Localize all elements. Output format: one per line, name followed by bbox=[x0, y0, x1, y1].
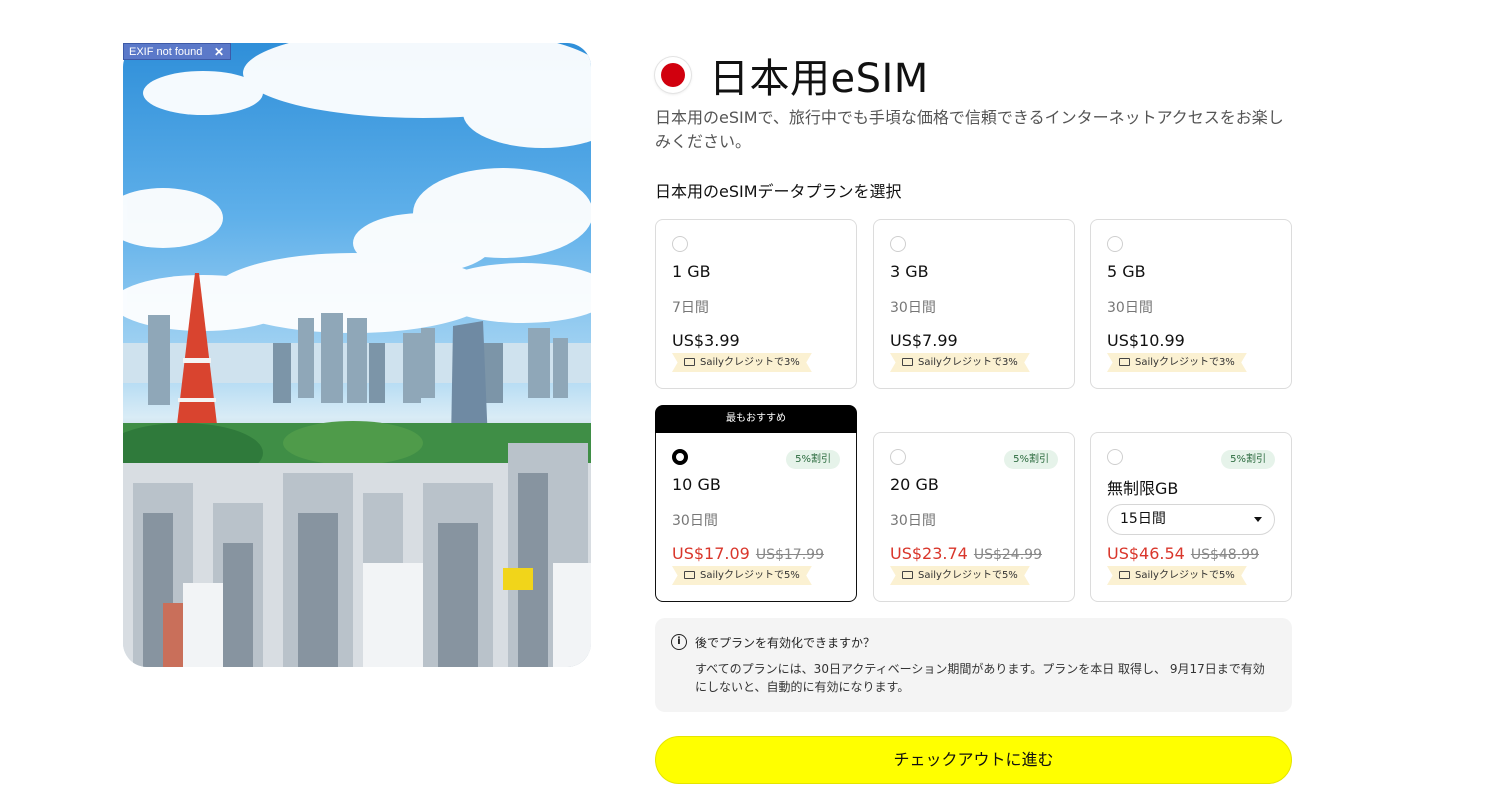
wallet-icon bbox=[684, 358, 695, 366]
credit-badge: Sailyクレジットで3% bbox=[890, 353, 1030, 372]
plan-card-1gb[interactable]: 1 GB 7日間 US$3.99 Sailyクレジットで3% bbox=[655, 219, 857, 389]
plan-card-unlimited[interactable]: 5%割引 無制限GB 15日間 US$46.54 US$48.99 Sailyクレ… bbox=[1090, 432, 1292, 602]
plan-radio[interactable] bbox=[890, 449, 906, 465]
plan-radio-selected[interactable] bbox=[672, 449, 688, 465]
duration-select[interactable]: 15日間 bbox=[1107, 504, 1275, 535]
plan-price: US$10.99 bbox=[1107, 331, 1185, 350]
wallet-icon bbox=[1119, 358, 1130, 366]
info-icon: i bbox=[671, 634, 687, 650]
exif-label: EXIF not found bbox=[129, 46, 203, 58]
wallet-icon bbox=[902, 358, 913, 366]
recommended-ribbon: 最もおすすめ bbox=[655, 405, 857, 433]
plan-duration: 7日間 bbox=[672, 300, 709, 316]
discount-badge: 5%割引 bbox=[1004, 450, 1058, 469]
wallet-icon bbox=[684, 571, 695, 579]
plan-card-20gb[interactable]: 5%割引 20 GB 30日間 US$23.74 US$24.99 Sailyクレ… bbox=[873, 432, 1075, 602]
tokyo-skyline-image bbox=[123, 43, 591, 667]
plan-data: 5 GB bbox=[1107, 262, 1146, 281]
plan-card-5gb[interactable]: 5 GB 30日間 US$10.99 Sailyクレジットで3% bbox=[1090, 219, 1292, 389]
plan-price: US$23.74 US$24.99 bbox=[890, 544, 1042, 563]
plan-card-3gb[interactable]: 3 GB 30日間 US$7.99 Sailyクレジットで3% bbox=[873, 219, 1075, 389]
info-question: 後でプランを有効化できますか？ bbox=[695, 636, 876, 650]
plan-radio[interactable] bbox=[1107, 449, 1123, 465]
plan-radio[interactable] bbox=[672, 236, 688, 252]
plan-data: 3 GB bbox=[890, 262, 929, 281]
discount-badge: 5%割引 bbox=[1221, 450, 1275, 469]
wallet-icon bbox=[902, 571, 913, 579]
credit-badge: Sailyクレジットで3% bbox=[672, 353, 812, 372]
info-answer: すべてのプランには、30日アクティベーション期間があります。プランを本日 取得し… bbox=[695, 662, 1265, 694]
plan-duration: 30日間 bbox=[1107, 300, 1153, 316]
plan-radio[interactable] bbox=[890, 236, 906, 252]
plan-duration: 30日間 bbox=[672, 513, 718, 529]
credit-badge: Sailyクレジットで5% bbox=[672, 566, 812, 585]
credit-badge: Sailyクレジットで3% bbox=[1107, 353, 1247, 372]
plan-price: US$7.99 bbox=[890, 331, 958, 350]
plan-card-10gb[interactable]: 最もおすすめ 5%割引 10 GB 30日間 US$17.09 US$17.99 … bbox=[655, 405, 857, 602]
plan-duration: 30日間 bbox=[890, 513, 936, 529]
activation-info-box: i 後でプランを有効化できますか？ すべてのプランには、30日アクティベーション… bbox=[655, 618, 1292, 712]
plan-data: 10 GB bbox=[672, 475, 721, 494]
duration-select-value: 15日間 bbox=[1120, 511, 1166, 527]
chevron-down-icon bbox=[1254, 517, 1262, 522]
old-price: US$24.99 bbox=[973, 547, 1042, 563]
plan-data: 20 GB bbox=[890, 475, 939, 494]
japan-flag-icon bbox=[655, 57, 691, 93]
plan-price: US$46.54 US$48.99 bbox=[1107, 544, 1259, 563]
plan-price: US$17.09 US$17.99 bbox=[672, 544, 824, 563]
plan-data: 1 GB bbox=[672, 262, 711, 281]
wallet-icon bbox=[1119, 571, 1130, 579]
plan-data: 無制限GB bbox=[1107, 479, 1179, 498]
old-price: US$48.99 bbox=[1190, 547, 1259, 563]
credit-badge: Sailyクレジットで5% bbox=[1107, 566, 1247, 585]
page-description: 日本用のeSIMで、旅行中でも手頃な価格で信頼できるインターネットアクセスをお楽… bbox=[655, 108, 1284, 151]
plan-radio[interactable] bbox=[1107, 236, 1123, 252]
plan-select-label: 日本用のeSIMデータプランを選択 bbox=[655, 182, 902, 201]
credit-badge: Sailyクレジットで5% bbox=[890, 566, 1030, 585]
plan-duration: 30日間 bbox=[890, 300, 936, 316]
close-icon[interactable]: ✕ bbox=[214, 44, 224, 61]
checkout-button[interactable]: チェックアウトに進む bbox=[655, 736, 1292, 784]
exif-badge[interactable]: EXIF not found ✕ bbox=[123, 43, 231, 60]
old-price: US$17.99 bbox=[755, 547, 824, 563]
title-row: 日本用eSIM bbox=[655, 46, 929, 104]
discount-badge: 5%割引 bbox=[786, 450, 840, 469]
plan-price: US$3.99 bbox=[672, 331, 740, 350]
page-title: 日本用eSIM bbox=[709, 56, 929, 102]
